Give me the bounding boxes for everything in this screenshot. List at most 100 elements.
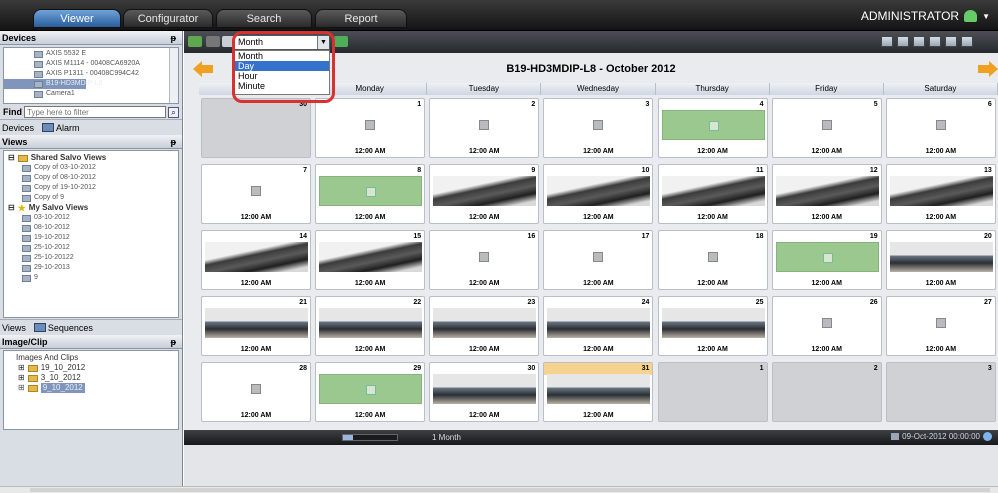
recording-thumbnail[interactable]	[205, 374, 308, 404]
back-icon[interactable]	[188, 36, 202, 47]
calendar-day[interactable]: 3	[885, 362, 996, 422]
recording-thumbnail[interactable]	[661, 176, 765, 206]
calendar-day[interactable]: 12:00 AM 1	[315, 98, 426, 158]
recording-thumbnail[interactable]	[547, 308, 651, 338]
calendar-day[interactable]: 12:00 AM 16	[429, 230, 540, 290]
calendar-day[interactable]: 12:00 AM 8	[315, 164, 426, 224]
search-icon[interactable]: ⌕	[168, 106, 179, 118]
calendar-day[interactable]: 12:00 AM 6	[885, 98, 996, 158]
calendar-day[interactable]: 12:00 AM 29	[315, 362, 426, 422]
device-item-selected[interactable]: B19-HD3MDIP-L8	[4, 79, 102, 89]
layout-2-icon[interactable]	[897, 36, 909, 47]
calendar-day[interactable]: 12:00 AM 21	[201, 296, 311, 356]
view-item[interactable]: Copy of 19-10-2012	[4, 183, 178, 193]
view-item[interactable]: 25-10-2012	[4, 243, 178, 253]
recording-thumbnail[interactable]	[319, 242, 423, 272]
recording-thumbnail[interactable]	[889, 176, 993, 206]
recording-thumbnail[interactable]	[205, 176, 308, 206]
view-item[interactable]: Copy of 08-10-2012	[4, 173, 178, 183]
pin-icon[interactable]: ᵽ	[171, 335, 177, 349]
recording-thumbnail[interactable]	[205, 242, 308, 272]
calendar-day[interactable]: 12:00 AM 23	[429, 296, 540, 356]
tab-search[interactable]: Search	[216, 9, 312, 28]
recording-thumbnail[interactable]	[775, 110, 879, 140]
zoom-slider-handle[interactable]	[343, 435, 353, 440]
tab-configurator[interactable]: Configurator	[123, 9, 213, 28]
my-views-group[interactable]: ⊟ ★ My Salvo Views	[4, 203, 178, 213]
calendar-day[interactable]: 12:00 AM 3	[543, 98, 654, 158]
zoom-slider[interactable]	[342, 434, 398, 441]
view-item[interactable]: 03-10-2012	[4, 213, 178, 223]
calendar-day[interactable]: 12:00 AM 24	[543, 296, 654, 356]
view-item[interactable]: 25-10-20122	[4, 253, 178, 263]
next-month-arrow-icon[interactable]	[978, 61, 998, 77]
recording-thumbnail[interactable]	[433, 374, 537, 404]
recording-thumbnail[interactable]	[889, 308, 993, 338]
calendar-day[interactable]: 12:00 AM 19	[771, 230, 882, 290]
recording-thumbnail[interactable]	[889, 110, 993, 140]
calendar-day[interactable]: 12:00 AM 10	[543, 164, 654, 224]
recording-thumbnail[interactable]	[433, 176, 537, 206]
recording-thumbnail[interactable]	[547, 176, 651, 206]
view-item[interactable]: Copy of 03-10-2012	[4, 163, 178, 173]
refresh-icon[interactable]	[334, 36, 348, 47]
horizontal-scrollbar[interactable]	[0, 486, 998, 493]
recording-thumbnail[interactable]	[775, 308, 879, 338]
calendar-day[interactable]: 12:00 AM 18	[657, 230, 768, 290]
user-menu[interactable]: ADMINISTRATOR ▼	[861, 9, 990, 23]
filter-input[interactable]	[24, 106, 166, 118]
layout-4-icon[interactable]	[913, 36, 925, 47]
calendar-day[interactable]: 12:00 AM 11	[657, 164, 768, 224]
calendar-day[interactable]: 1	[657, 362, 768, 422]
recording-thumbnail[interactable]	[661, 308, 765, 338]
calendar-day[interactable]: 12:00 AM 31	[543, 362, 654, 422]
recording-thumbnail[interactable]	[661, 242, 765, 272]
clip-folder[interactable]: ⊞ 19_10_2012	[4, 363, 178, 373]
tab-report[interactable]: Report	[315, 9, 407, 28]
recording-thumbnail[interactable]	[319, 308, 423, 338]
clips-root[interactable]: Images And Clips	[4, 353, 178, 363]
device-tree-scrollbar[interactable]	[169, 48, 178, 103]
calendar-day[interactable]: 12:00 AM 2	[429, 98, 540, 158]
calendar-day[interactable]: 12:00 AM 4	[657, 98, 768, 158]
calendar-day[interactable]: 30	[201, 98, 311, 158]
shared-views-group[interactable]: ⊟ Shared Salvo Views	[4, 153, 178, 163]
tab-devices[interactable]: Devices	[2, 120, 34, 135]
view-item[interactable]: 19-10-2012	[4, 233, 178, 243]
scrollbar-thumb[interactable]	[30, 488, 990, 492]
recording-thumbnail[interactable]	[661, 110, 765, 140]
recording-thumbnail[interactable]	[547, 374, 651, 404]
calendar-day[interactable]: 12:00 AM 20	[885, 230, 996, 290]
recording-thumbnail[interactable]	[319, 374, 423, 404]
recording-thumbnail[interactable]	[775, 242, 879, 272]
recording-thumbnail[interactable]	[433, 242, 537, 272]
calendar-day[interactable]: 12:00 AM 28	[201, 362, 311, 422]
export-icon[interactable]	[206, 36, 220, 47]
calendar-day[interactable]: 12:00 AM 12	[771, 164, 882, 224]
calendar-day[interactable]: 12:00 AM 5	[771, 98, 882, 158]
calendar-day[interactable]: 2	[771, 362, 882, 422]
calendar-day[interactable]: 12:00 AM 17	[543, 230, 654, 290]
view-item[interactable]: 9	[4, 273, 178, 283]
recording-thumbnail[interactable]	[433, 110, 537, 140]
recording-thumbnail[interactable]	[889, 242, 993, 272]
tab-alarm[interactable]: Alarm	[42, 120, 80, 135]
calendar-day[interactable]: 12:00 AM 22	[315, 296, 426, 356]
calendar-day[interactable]: 12:00 AM 15	[315, 230, 426, 290]
clip-folder[interactable]: ⊞ 3_10_2012	[4, 373, 178, 383]
calendar-day[interactable]: 12:00 AM 27	[885, 296, 996, 356]
calendar-day[interactable]: 12:00 AM 30	[429, 362, 540, 422]
recording-thumbnail[interactable]	[547, 110, 651, 140]
recording-thumbnail[interactable]	[775, 176, 879, 206]
layout-1-icon[interactable]	[881, 36, 893, 47]
view-item[interactable]: 08-10-2012	[4, 223, 178, 233]
calendar-day[interactable]: 12:00 AM 9	[429, 164, 540, 224]
device-item[interactable]: AXIS P1311 - 00408C994C42	[4, 69, 178, 79]
clip-folder-selected[interactable]: ⊞ 9_10_2012	[4, 383, 178, 393]
recording-thumbnail[interactable]	[547, 242, 651, 272]
calendar-day[interactable]: 12:00 AM 26	[771, 296, 882, 356]
recording-thumbnail[interactable]	[205, 308, 308, 338]
pin-icon[interactable]: ᵽ	[171, 135, 177, 149]
view-item[interactable]: Copy of 9	[4, 193, 178, 203]
help-icon[interactable]	[983, 432, 992, 441]
